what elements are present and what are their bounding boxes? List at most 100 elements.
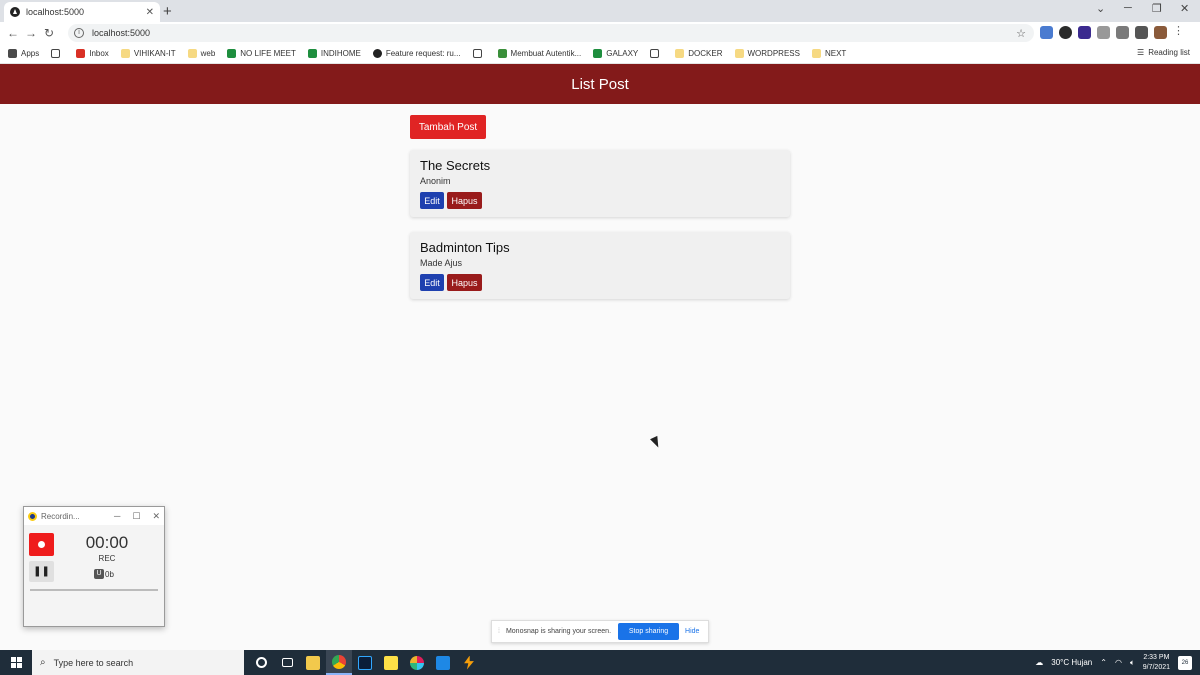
address-bar[interactable]: i localhost:5000 ☆ xyxy=(68,24,1034,42)
reload-icon[interactable]: ↻ xyxy=(40,26,58,40)
new-tab-icon[interactable]: + xyxy=(163,3,172,20)
recorder-minimize-icon[interactable]: ─ xyxy=(114,511,120,521)
start-button[interactable] xyxy=(0,650,32,675)
stop-sharing-button[interactable]: Stop sharing xyxy=(618,623,680,640)
extensions-puzzle-icon[interactable] xyxy=(1135,26,1148,39)
bookmark-indihome[interactable]: INDIHOME xyxy=(307,49,361,58)
extension-icon[interactable] xyxy=(1097,26,1110,39)
extension-icon[interactable] xyxy=(1078,26,1091,39)
volume-icon[interactable]: 🔈︎ xyxy=(1130,658,1135,668)
tab-title: localhost:5000 xyxy=(26,7,85,17)
recorder-close-icon[interactable]: ✕ xyxy=(152,511,160,522)
menu-kebab-icon[interactable]: ⋮ xyxy=(1173,26,1186,39)
notifications-icon[interactable]: 26 xyxy=(1178,655,1192,670)
windows-logo-icon xyxy=(10,657,22,668)
windows-taskbar: ⌕ Type here to search ☁ 30°C Hujan ⌃ ◠ 🔈… xyxy=(0,650,1200,675)
profile-avatar[interactable] xyxy=(1154,26,1167,39)
window-close-icon[interactable]: ✕ xyxy=(1180,2,1189,15)
post-author: Anonim xyxy=(420,176,451,186)
drag-handle-icon[interactable]: ⁞ xyxy=(498,628,500,635)
storage-icon: U xyxy=(94,569,104,579)
minimize-icon[interactable]: ─ xyxy=(1124,2,1132,14)
extension-icon[interactable] xyxy=(1116,26,1129,39)
bookmark-inbox[interactable]: Inbox xyxy=(76,49,109,58)
bookmark-globe[interactable] xyxy=(51,49,64,58)
folder-icon xyxy=(120,49,130,58)
recording-progress xyxy=(30,589,158,591)
globe-icon xyxy=(650,49,660,58)
search-icon: ⌕ xyxy=(40,657,46,668)
tray-chevron-icon[interactable]: ⌃ xyxy=(1100,658,1107,667)
globe-icon xyxy=(472,49,482,58)
weather-text[interactable]: 30°C Hujan xyxy=(1051,658,1092,667)
github-icon xyxy=(372,49,382,58)
hide-link[interactable]: Hide xyxy=(685,628,699,635)
add-post-button[interactable]: Tambah Post xyxy=(410,115,486,139)
browser-tab[interactable]: localhost:5000 ✕ xyxy=(4,2,160,22)
taskbar-search[interactable]: ⌕ Type here to search xyxy=(32,650,244,675)
bookmark-nolifemeet[interactable]: NO LIFE MEET xyxy=(227,49,296,58)
slack-icon[interactable] xyxy=(404,650,430,675)
bookmark-vihikan[interactable]: VIHIKAN-IT xyxy=(120,49,176,58)
apps-grid-icon xyxy=(8,49,17,58)
pause-icon[interactable]: ❚❚ xyxy=(29,561,54,582)
cortana-icon[interactable] xyxy=(248,650,274,675)
extensions-area: ⋮ xyxy=(1040,26,1186,39)
browser-tab-strip: localhost:5000 ✕ + ⌄ ─ ❐ ✕ xyxy=(0,0,1200,22)
extension-icon[interactable] xyxy=(1059,26,1072,39)
bookmark-apps[interactable]: Apps xyxy=(8,49,39,58)
edit-post-button[interactable]: Edit xyxy=(420,274,444,291)
mouse-cursor-icon xyxy=(650,435,662,450)
folder-icon xyxy=(811,49,821,58)
tab-search-icon[interactable]: ⌄ xyxy=(1096,2,1105,15)
bookmark-galaxy[interactable]: GALAXY xyxy=(593,49,638,58)
post-author: Made Ajus xyxy=(420,258,463,268)
bookmark-feature-request[interactable]: Feature request: ru... xyxy=(372,49,461,58)
delete-post-button[interactable]: Hapus xyxy=(447,274,482,291)
bolt-app-icon[interactable] xyxy=(456,650,482,675)
restore-icon[interactable]: ❐ xyxy=(1152,2,1162,15)
folder-icon xyxy=(675,49,685,58)
photoshop-icon[interactable] xyxy=(352,650,378,675)
file-explorer-icon[interactable] xyxy=(300,650,326,675)
bookmark-globe-3[interactable] xyxy=(650,49,663,58)
post-card: Badminton Tips Made Ajus Edit Hapus xyxy=(410,232,790,299)
page-title: List Post xyxy=(571,75,629,93)
check-icon xyxy=(497,49,507,58)
bookmark-membuat[interactable]: Membuat Autentik... xyxy=(497,49,581,58)
bookmark-docker[interactable]: DOCKER xyxy=(675,49,723,58)
bookmark-next[interactable]: NEXT xyxy=(811,49,846,58)
recording-size: U 0b xyxy=(94,569,114,579)
taskbar-clock[interactable]: 2:33 PM 9/7/2021 xyxy=(1143,653,1170,673)
bookmark-wordpress[interactable]: WORDPRESS xyxy=(734,49,800,58)
tab-close-icon[interactable]: ✕ xyxy=(146,7,154,18)
translate-extension-icon[interactable] xyxy=(1040,26,1053,39)
meet-icon xyxy=(593,49,603,58)
record-button[interactable] xyxy=(29,533,54,556)
meet-icon xyxy=(307,49,317,58)
url-text: localhost:5000 xyxy=(92,28,151,38)
app-header: List Post xyxy=(0,64,1200,104)
bookmark-globe-2[interactable] xyxy=(472,49,486,58)
recorder-maximize-icon[interactable]: ☐ xyxy=(132,511,140,522)
bookmark-web[interactable]: web xyxy=(187,49,215,58)
recorder-titlebar[interactable]: Recordin... ─ ☐ ✕ xyxy=(24,507,164,525)
globe-icon xyxy=(51,49,61,58)
bookmark-star-icon[interactable]: ☆ xyxy=(1016,27,1026,40)
back-icon[interactable]: ← xyxy=(4,26,22,40)
chrome-icon[interactable] xyxy=(326,650,352,675)
edit-post-button[interactable]: Edit xyxy=(420,192,444,209)
browser-toolbar: ← → ↻ i localhost:5000 ☆ ⋮ xyxy=(0,22,1200,44)
reading-list-button[interactable]: ☰ Reading list xyxy=(1137,48,1190,57)
delete-post-button[interactable]: Hapus xyxy=(447,192,482,209)
task-view-icon[interactable] xyxy=(274,650,300,675)
forward-icon[interactable]: → xyxy=(22,26,40,40)
sticky-notes-icon[interactable] xyxy=(378,650,404,675)
recorder-app-icon xyxy=(28,511,37,521)
wifi-icon[interactable]: ◠ xyxy=(1115,658,1122,667)
vscode-icon[interactable] xyxy=(430,650,456,675)
site-info-icon[interactable]: i xyxy=(74,28,84,38)
screen-share-bar: ⁞ Monosnap is sharing your screen. Stop … xyxy=(491,620,709,643)
share-message: Monosnap is sharing your screen. xyxy=(505,628,612,635)
weather-icon[interactable]: ☁ xyxy=(1035,658,1043,667)
